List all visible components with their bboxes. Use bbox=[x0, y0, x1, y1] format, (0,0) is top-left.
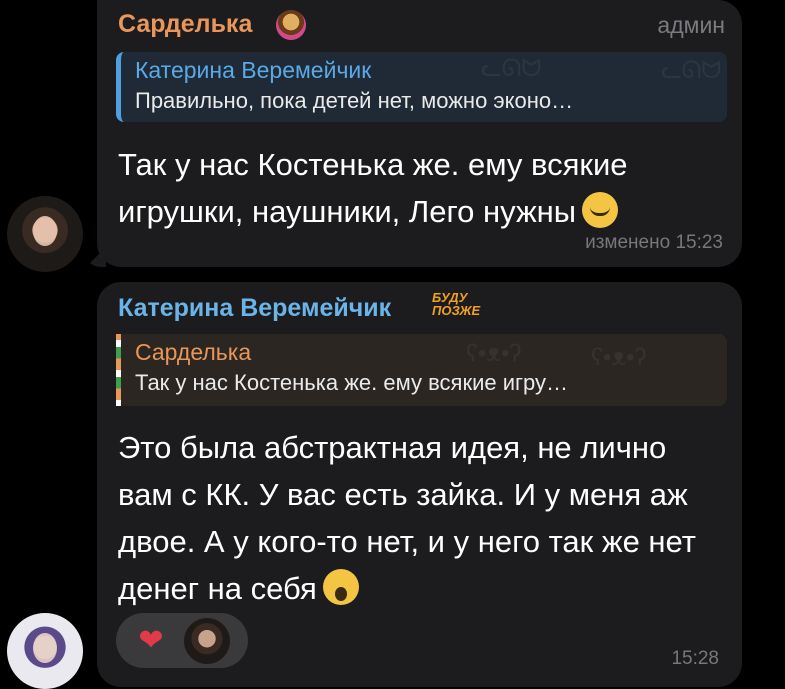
reaction-avatar bbox=[184, 618, 230, 664]
message-text-content: Так у нас Костенька же. ему всякие игруш… bbox=[118, 147, 628, 229]
rabbit-pattern-icon: ʕ•ᴥ•ʔ bbox=[591, 344, 647, 371]
cat-pattern-icon: ᓚᘏᗢ bbox=[661, 57, 722, 84]
reply-text: Так у нас Костенька же. ему всякие игру… bbox=[135, 370, 569, 395]
message-time: 15:28 bbox=[671, 648, 719, 669]
message-edited-time: изменено 15:23 bbox=[585, 232, 723, 253]
badge-text: БУДУ ПОЗЖЕ bbox=[432, 290, 481, 318]
message-text: Это была абстрактная идея, не лично вам … bbox=[118, 424, 728, 612]
avatar-face bbox=[33, 216, 57, 246]
avatar[interactable] bbox=[7, 196, 83, 272]
sweat-smile-emoji-icon bbox=[582, 192, 619, 228]
reply-text: Правильно, пока детей нет, можно эконо… bbox=[135, 88, 574, 113]
avatar[interactable] bbox=[7, 613, 83, 689]
reply-quote[interactable]: ᓚᘏᗢ ᓚᘏᗢ Катерина Веремейчик Правильно, п… bbox=[116, 52, 727, 122]
crying-emoji-icon bbox=[322, 569, 359, 605]
heart-on-fire-icon: ❤ bbox=[138, 624, 164, 657]
avatar-face bbox=[33, 633, 57, 663]
reply-sender-name: Катерина Веремейчик bbox=[135, 57, 372, 83]
sender-name[interactable]: Сарделька bbox=[118, 10, 252, 39]
rabbit-pattern-icon: ʕ•ᴥ•ʔ bbox=[466, 340, 522, 367]
reply-sender-name: Сарделька bbox=[135, 339, 252, 365]
message-text: Так у нас Костенька же. ему всякие игруш… bbox=[118, 141, 718, 235]
later-status-badge: БУДУ ПОЗЖЕ bbox=[432, 291, 480, 317]
message-text-content: Это была абстрактная идея, не лично вам … bbox=[118, 430, 696, 606]
reply-quote[interactable]: ʕ•ᴥ•ʔ ʕ•ᴥ•ʔ Сарделька Так у нас Костеньк… bbox=[116, 334, 727, 406]
sender-name[interactable]: Катерина Веремейчик bbox=[118, 294, 391, 323]
role-badge: админ bbox=[657, 12, 725, 38]
bubble-tail bbox=[86, 247, 106, 267]
cat-pattern-icon: ᓚᘏᗢ bbox=[481, 55, 542, 82]
reaction-chip[interactable]: ❤ bbox=[116, 613, 248, 668]
burger-emoji-status-icon bbox=[276, 10, 306, 40]
